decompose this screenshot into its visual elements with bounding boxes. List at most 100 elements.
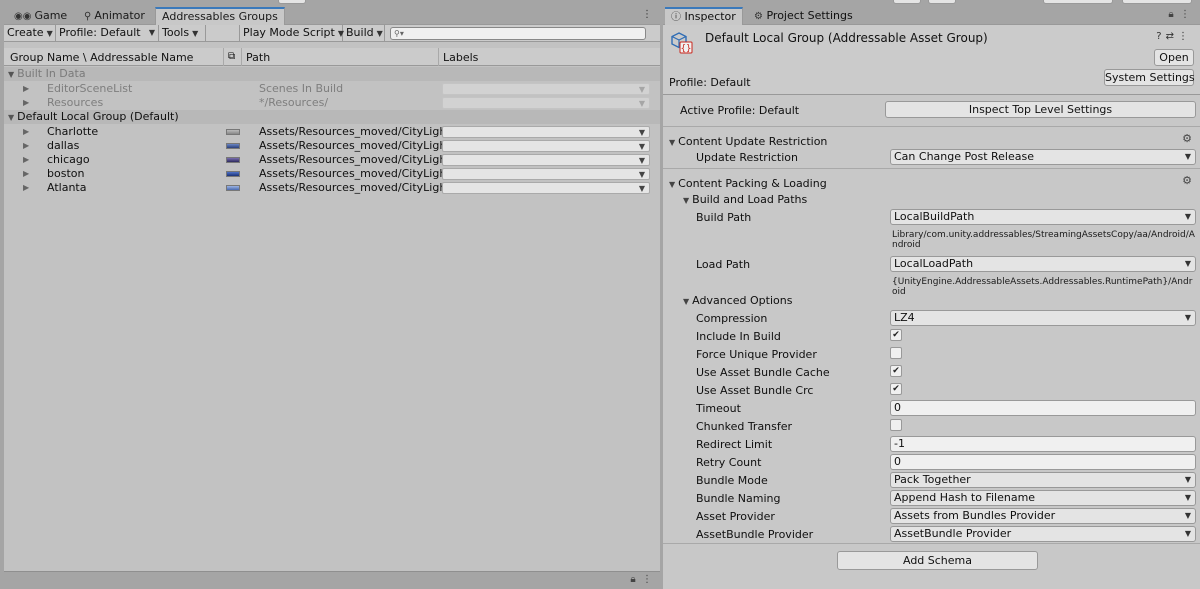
- left-footer: 🔒︎ ⋮: [4, 571, 660, 589]
- kebab-menu-icon[interactable]: ⋮: [642, 574, 652, 585]
- tab-game[interactable]: ◉◉ Game: [8, 7, 73, 25]
- create-button[interactable]: Create ▼: [4, 25, 56, 41]
- force-unique-provider-label: Force Unique Provider: [696, 348, 817, 361]
- column-name[interactable]: Group Name \ Addressable Name: [10, 51, 193, 64]
- svg-text:{}: {}: [681, 44, 692, 54]
- chevron-down-icon: ▼: [1184, 529, 1191, 538]
- build-load-paths-foldout[interactable]: ▼ Build and Load Paths: [683, 193, 807, 206]
- collapse-arrow-icon[interactable]: ▶: [23, 96, 29, 110]
- tab-addressables-groups[interactable]: Addressables Groups: [155, 7, 285, 26]
- labels-dropdown[interactable]: ▼: [442, 83, 650, 95]
- chevron-down-icon: ▼: [376, 29, 383, 38]
- system-settings-button[interactable]: System Settings: [1104, 69, 1195, 86]
- list-item[interactable]: ▶ Charlotte Assets/Resources_moved/CityL…: [4, 125, 660, 139]
- gear-icon[interactable]: ⚙: [1182, 174, 1192, 187]
- force-unique-provider-checkbox[interactable]: [890, 347, 902, 359]
- content-packing-foldout[interactable]: ▼ Content Packing & Loading: [669, 177, 827, 190]
- labels-dropdown[interactable]: ▼: [442, 168, 650, 180]
- help-icon[interactable]: ?: [1156, 31, 1165, 42]
- labels-dropdown[interactable]: ▼: [442, 140, 650, 152]
- list-item[interactable]: ▶ chicago Assets/Resources_moved/CityLig…: [4, 153, 660, 167]
- labels-dropdown[interactable]: ▼: [442, 154, 650, 166]
- profile-dropdown[interactable]: Profile: Default ▼: [56, 25, 159, 41]
- labels-dropdown[interactable]: ▼: [442, 182, 650, 194]
- inspector-window: ⓘ Inspector ⚙ Project Settings 🔒︎ ⋮ {} D…: [663, 6, 1200, 589]
- asset-provider-label: Asset Provider: [696, 510, 775, 523]
- expand-arrow-icon[interactable]: ▼: [8, 70, 14, 79]
- chevron-down-icon: ▼: [148, 28, 155, 37]
- active-profile-label: Active Profile: Default: [680, 104, 800, 117]
- build-path-label: Build Path: [696, 211, 752, 224]
- kebab-menu-icon[interactable]: ⋮: [1178, 31, 1192, 42]
- use-asset-bundle-crc-checkbox[interactable]: ✔: [890, 383, 902, 395]
- list-item[interactable]: ▶ Resources */Resources/ ▼: [4, 96, 660, 110]
- assetbundle-provider-dropdown[interactable]: AssetBundle Provider ▼: [890, 526, 1196, 542]
- retry-count-field[interactable]: 0: [890, 454, 1196, 470]
- tab-project-settings[interactable]: ⚙ Project Settings: [748, 7, 859, 26]
- column-divider[interactable]: [241, 48, 242, 66]
- list-item[interactable]: ▶ EditorSceneList Scenes In Build ▼: [4, 82, 660, 96]
- toolbar-spacer: [206, 25, 240, 41]
- group-default-local[interactable]: ▼ Default Local Group (Default): [4, 110, 660, 124]
- chevron-down-icon: ▼: [1184, 493, 1191, 502]
- lock-icon[interactable]: 🔒︎: [1168, 9, 1173, 20]
- list-item[interactable]: ▶ dallas Assets/Resources_moved/CityLigh…: [4, 139, 660, 153]
- add-schema-area: Add Schema: [663, 543, 1200, 589]
- addressables-groups-window: ◉◉ Game ⚲ Animator Addressables Groups ⋮ C…: [4, 6, 660, 589]
- chevron-down-icon: ▼: [1184, 475, 1191, 484]
- inspect-top-level-settings-button[interactable]: Inspect Top Level Settings: [885, 101, 1196, 118]
- preset-icon[interactable]: ⇄: [1166, 31, 1178, 42]
- group-built-in-data[interactable]: ▼ Built In Data: [4, 67, 660, 81]
- collapse-arrow-icon[interactable]: ▶: [23, 125, 29, 139]
- column-path[interactable]: Path: [246, 51, 270, 64]
- collapse-arrow-icon[interactable]: ▶: [23, 139, 29, 153]
- compression-label: Compression: [696, 312, 768, 325]
- collapse-arrow-icon[interactable]: ▶: [23, 181, 29, 195]
- expand-arrow-icon[interactable]: ▼: [8, 113, 14, 122]
- redirect-limit-field[interactable]: -1: [890, 436, 1196, 452]
- lock-icon[interactable]: 🔒︎: [630, 574, 635, 585]
- column-divider[interactable]: [223, 48, 224, 66]
- build-button[interactable]: Build ▼: [343, 25, 385, 41]
- collapse-arrow-icon[interactable]: ▶: [23, 153, 29, 167]
- collapse-arrow-icon[interactable]: ▶: [23, 167, 29, 181]
- open-button[interactable]: Open: [1154, 49, 1194, 66]
- compression-dropdown[interactable]: LZ4 ▼: [890, 310, 1196, 326]
- search-input[interactable]: ⚲▾: [390, 27, 646, 40]
- labels-dropdown[interactable]: ▼: [442, 97, 650, 109]
- tools-button[interactable]: Tools ▼: [159, 25, 206, 41]
- labels-dropdown[interactable]: ▼: [442, 126, 650, 138]
- update-restriction-dropdown[interactable]: Can Change Post Release ▼: [890, 149, 1196, 165]
- toolbar-stub: [928, 0, 956, 4]
- add-schema-button[interactable]: Add Schema: [837, 551, 1038, 570]
- include-in-build-label: Include In Build: [696, 330, 781, 343]
- tab-animator[interactable]: ⚲ Animator: [78, 7, 151, 25]
- kebab-menu-icon[interactable]: ⋮: [1180, 9, 1190, 20]
- timeout-field[interactable]: 0: [890, 400, 1196, 416]
- bundle-mode-dropdown[interactable]: Pack Together ▼: [890, 472, 1196, 488]
- gear-icon[interactable]: ⚙: [1182, 132, 1192, 145]
- chunked-transfer-checkbox[interactable]: [890, 419, 902, 431]
- chevron-down-icon: ▼: [638, 99, 645, 108]
- bundle-naming-dropdown[interactable]: Append Hash to Filename ▼: [890, 490, 1196, 506]
- asset-provider-dropdown[interactable]: Assets from Bundles Provider ▼: [890, 508, 1196, 524]
- content-update-section: ▼ Content Update Restriction ⚙ Update Res…: [663, 126, 1200, 168]
- content-update-foldout[interactable]: ▼ Content Update Restriction: [669, 135, 827, 148]
- collapse-arrow-icon[interactable]: ▶: [23, 82, 29, 96]
- list-item[interactable]: ▶ boston Assets/Resources_moved/CityLigh…: [4, 167, 660, 181]
- content-packing-section: ▼ Content Packing & Loading ⚙ ▼ Build and …: [663, 168, 1200, 543]
- use-asset-bundle-cache-checkbox[interactable]: ✔: [890, 365, 902, 377]
- advanced-options-foldout[interactable]: ▼ Advanced Options: [683, 294, 792, 307]
- timeout-label: Timeout: [696, 402, 741, 415]
- tab-inspector[interactable]: ⓘ Inspector: [665, 7, 743, 26]
- toolbar-stub: [1122, 0, 1192, 4]
- column-divider[interactable]: [438, 48, 439, 66]
- load-path-dropdown[interactable]: LocalLoadPath ▼: [890, 256, 1196, 272]
- list-item[interactable]: ▶ Atlanta Assets/Resources_moved/CityLig…: [4, 181, 660, 195]
- column-labels[interactable]: Labels: [443, 51, 478, 64]
- build-path-dropdown[interactable]: LocalBuildPath ▼: [890, 209, 1196, 225]
- chevron-down-icon: ▼: [638, 142, 645, 151]
- kebab-menu-icon[interactable]: ⋮: [642, 9, 652, 20]
- play-mode-script-button[interactable]: Play Mode Script ▼: [240, 25, 344, 41]
- include-in-build-checkbox[interactable]: ✔: [890, 329, 902, 341]
